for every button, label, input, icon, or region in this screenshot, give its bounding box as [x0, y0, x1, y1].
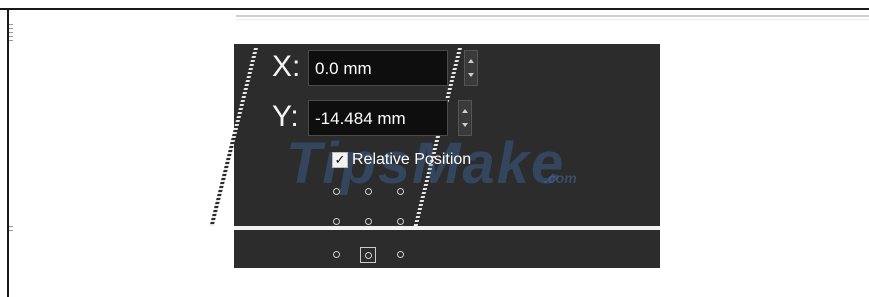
ruler-tick — [9, 24, 13, 25]
relative-position-label[interactable]: Relative Position — [352, 151, 471, 169]
relative-position-checkbox[interactable]: ✓ — [332, 152, 348, 168]
x-position-input[interactable]: 0.0 mm — [308, 50, 448, 86]
window-frame-left — [7, 8, 9, 297]
spin-up-icon[interactable] — [468, 59, 474, 63]
guide-line — [236, 19, 869, 20]
spin-down-icon[interactable] — [468, 73, 474, 77]
window-frame-top — [0, 8, 869, 10]
ruler-tick — [9, 226, 13, 227]
anchor-top-right[interactable] — [397, 188, 404, 195]
spin-down-icon[interactable] — [462, 123, 468, 127]
divider — [234, 226, 660, 230]
anchor-bottom-left[interactable] — [333, 251, 340, 258]
ruler-tick — [9, 230, 13, 231]
anchor-bottom-right[interactable] — [397, 251, 404, 258]
anchor-top-left[interactable] — [333, 188, 340, 195]
selection-marquee-left — [209, 48, 258, 226]
anchor-middle-right[interactable] — [397, 218, 404, 225]
watermark-suffix: .com — [544, 170, 577, 186]
x-label: X: — [272, 50, 301, 83]
ruler-tick — [9, 40, 13, 41]
ruler-tick — [9, 36, 13, 37]
anchor-selected-icon — [365, 252, 372, 259]
anchor-middle-center[interactable] — [365, 218, 372, 225]
anchor-top-center[interactable] — [365, 188, 372, 195]
position-panel: X: 0.0 mm Y: -14.484 mm TipsMake .com ✓ … — [209, 44, 660, 268]
x-spinner[interactable] — [464, 50, 478, 86]
spin-up-icon[interactable] — [462, 109, 468, 113]
y-label: Y: — [272, 100, 299, 133]
guide-line — [236, 15, 869, 17]
ruler-tick — [9, 28, 13, 29]
ruler-tick — [9, 32, 13, 33]
anchor-middle-left[interactable] — [333, 218, 340, 225]
relative-position-row[interactable]: ✓ Relative Position — [332, 150, 471, 170]
anchor-bottom-center[interactable] — [360, 247, 376, 263]
